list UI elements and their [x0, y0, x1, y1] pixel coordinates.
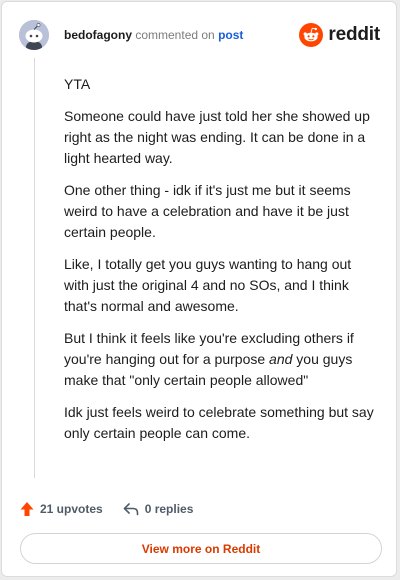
comment-paragraph: Like, I totally get you guys wanting to …	[64, 256, 352, 314]
comment-paragraph: Idk just feels weird to celebrate someth…	[64, 404, 374, 441]
reddit-logo-icon	[299, 23, 324, 47]
upvote-arrow-icon	[20, 502, 34, 516]
view-more-button[interactable]: View more on Reddit	[20, 533, 382, 564]
post-link[interactable]: post	[218, 28, 243, 42]
comment-paragraph: Someone could have just told her she sho…	[64, 108, 370, 166]
reply-button[interactable]: 0 replies	[123, 502, 194, 516]
comment-paragraph: One other thing - idk if it's just me bu…	[64, 182, 351, 240]
reply-arrow-icon	[123, 503, 139, 516]
reply-count: 0 replies	[144, 502, 194, 516]
comment-body: YTA Someone could have just told her she…	[64, 74, 374, 455]
comment-paragraph: YTA	[64, 76, 91, 92]
reddit-brand[interactable]: reddit	[299, 22, 380, 48]
comment-emphasis: and	[269, 351, 293, 367]
comment-paragraph: But I think it feels like you're excludi…	[64, 328, 374, 391]
action-text: commented on	[135, 28, 215, 42]
snoo-avatar-icon[interactable]	[19, 20, 49, 50]
upvote-count: 21 upvotes	[40, 502, 103, 516]
comment-embed-card: bedofagony commented on post reddit YTA …	[1, 1, 397, 577]
comment-header: bedofagony commented on post	[64, 28, 243, 42]
thread-line	[34, 58, 35, 478]
reddit-wordmark: reddit	[328, 24, 380, 45]
upvote-button[interactable]: 21 upvotes	[20, 501, 103, 517]
comment-actions: 21 upvotes 0 replies	[20, 499, 213, 519]
username[interactable]: bedofagony	[64, 28, 132, 42]
